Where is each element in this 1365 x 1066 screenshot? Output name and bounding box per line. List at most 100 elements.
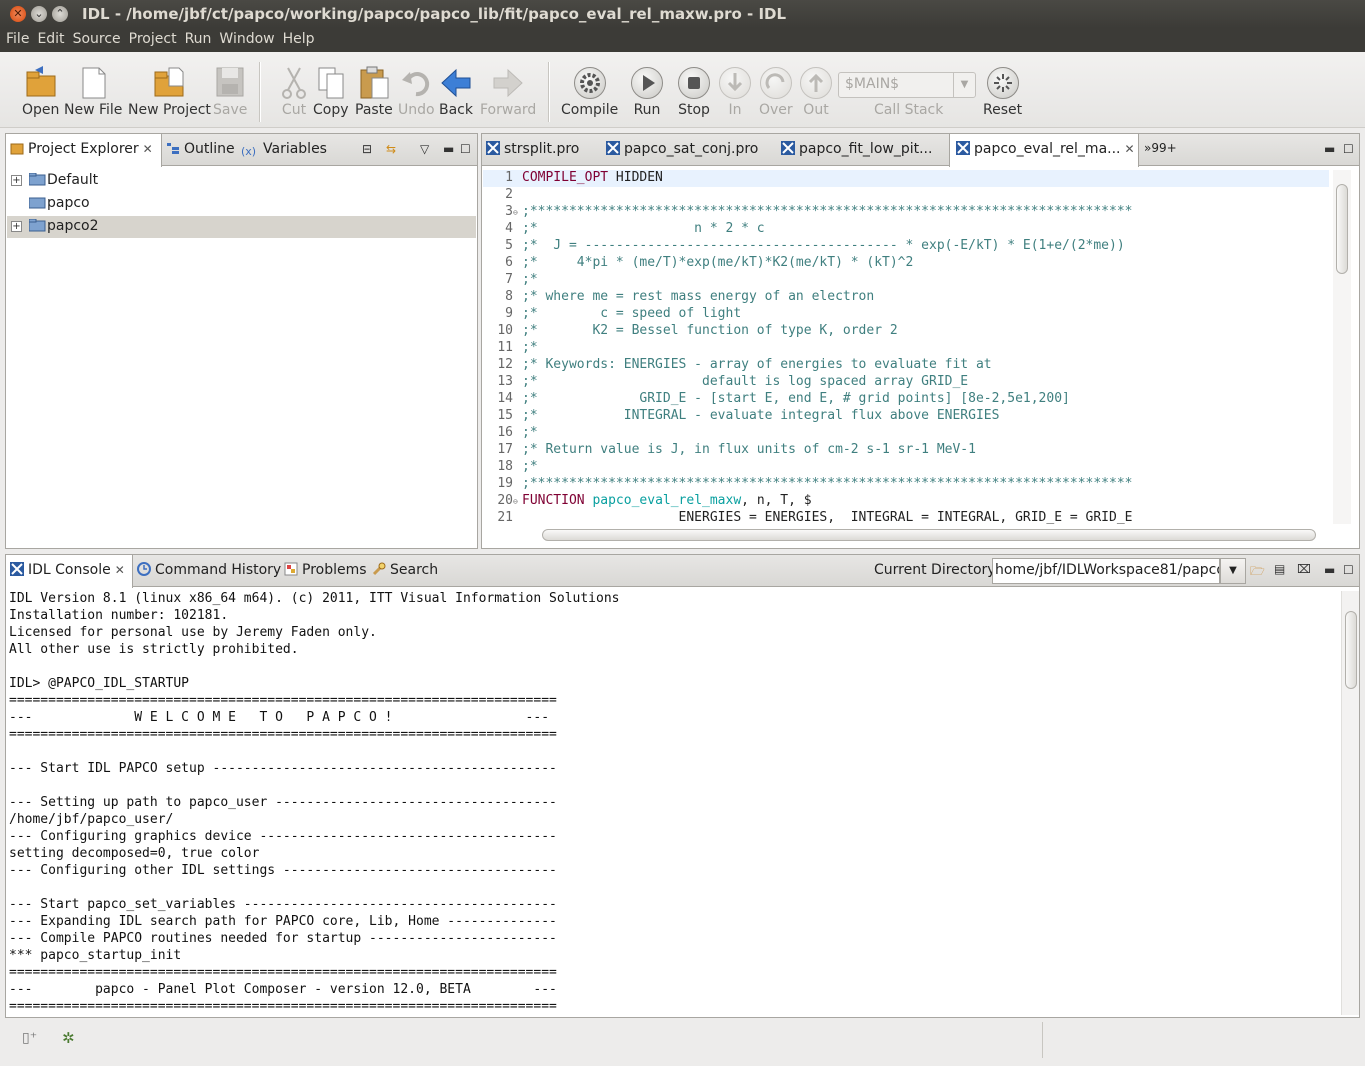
code-line[interactable]: 17 ;* Return value is J, in flux units of… <box>483 442 1329 459</box>
save-console-icon[interactable]: ▤ <box>1274 562 1285 576</box>
minimize-window-button[interactable]: ⌄ <box>31 6 47 22</box>
current-directory-field[interactable]: home/jbf/IDLWorkspace81/papco2 <box>992 558 1220 584</box>
editor-horizontal-scrollbar[interactable] <box>530 528 1329 544</box>
scrollbar-thumb[interactable] <box>542 529 1316 541</box>
close-window-button[interactable]: ✕ <box>10 6 26 22</box>
menu-window[interactable]: Window <box>219 28 281 52</box>
expand-icon[interactable]: + <box>11 175 22 186</box>
step-out-button[interactable]: Out <box>800 66 832 118</box>
code-line[interactable]: 1 COMPILE_OPT HIDDEN <box>483 170 1329 187</box>
undo-button[interactable]: Undo <box>398 66 435 118</box>
menu-project[interactable]: Project <box>129 28 184 52</box>
code-editor[interactable]: 1 COMPILE_OPT HIDDEN 2 3 ⊖ ;*****************… <box>483 170 1329 524</box>
reset-button[interactable]: Reset <box>983 66 1022 118</box>
code-line[interactable]: 16 ;* <box>483 425 1329 442</box>
step-in-button[interactable]: In <box>719 66 751 118</box>
fast-view-icon[interactable]: ▯⁺ <box>22 1030 37 1046</box>
editor-tab-papco-fit-low-pit[interactable]: papco_fit_low_pit... <box>781 134 932 166</box>
editor-vertical-scrollbar[interactable] <box>1333 170 1351 524</box>
line-number: 7 <box>505 272 513 287</box>
tree-item-papco2[interactable]: + papco2 <box>7 216 476 238</box>
menu-file[interactable]: File <box>6 28 36 52</box>
code-line[interactable]: 7 ;* <box>483 272 1329 289</box>
code-line[interactable]: 18 ;* <box>483 459 1329 476</box>
compile-button[interactable]: Compile <box>561 66 618 118</box>
menu-run[interactable]: Run <box>185 28 219 52</box>
menu-bar: File Edit Source Project Run Window Help <box>0 28 1365 52</box>
open-button[interactable]: Open <box>22 66 59 118</box>
console-vertical-scrollbar[interactable] <box>1341 591 1359 1015</box>
cut-button[interactable]: Cut <box>278 66 310 118</box>
tab-idl-console[interactable]: IDL Console ✕ <box>5 555 133 588</box>
code-line[interactable]: 12 ;* Keywords: ENERGIES - array of energ… <box>483 357 1329 374</box>
close-tab-icon[interactable]: ✕ <box>1125 142 1135 156</box>
tab-problems[interactable]: Problems <box>284 555 367 587</box>
code-line[interactable]: 6 ;* 4*pi * (me/T)*exp(me/kT)*K2(me/kT) *… <box>483 255 1329 272</box>
editor-tab-papco-eval-rel-maxw[interactable]: papco_eval_rel_ma... ✕ <box>949 134 1139 167</box>
line-number: 16 <box>497 425 513 440</box>
code-line[interactable]: 14 ;* GRID_E - [start E, end E, # grid po… <box>483 391 1329 408</box>
scrollbar-thumb[interactable] <box>1345 611 1357 689</box>
code-line[interactable]: 4 ;* n * 2 * c <box>483 221 1329 238</box>
code-line[interactable]: 10 ;* K2 = Bessel function of type K, ord… <box>483 323 1329 340</box>
code-line[interactable]: 5 ;* J = --------------------------------… <box>483 238 1329 255</box>
code-line[interactable]: 15 ;* INTEGRAL - evaluate integral flux a… <box>483 408 1329 425</box>
more-tabs-button[interactable]: »99+ <box>1144 134 1177 166</box>
chevron-down-icon[interactable]: ▼ <box>1220 558 1246 584</box>
code-line[interactable]: 3 ⊖ ;*************************************… <box>483 204 1329 221</box>
code-line[interactable]: 13 ;* default is log spaced array GRID_E <box>483 374 1329 391</box>
maximize-icon[interactable]: ☐ <box>460 142 471 156</box>
maximize-window-button[interactable]: ⌃ <box>52 6 68 22</box>
minimize-icon[interactable]: ▬ <box>1324 142 1335 156</box>
step-over-button[interactable]: Over <box>759 66 793 118</box>
new-file-button[interactable]: New File <box>64 66 122 118</box>
code-line[interactable]: 21 ENERGIES = ENERGIES, INTEGRAL = INTEG… <box>483 510 1329 524</box>
collapse-all-icon[interactable]: ⊟ <box>362 142 372 156</box>
menu-source[interactable]: Source <box>73 28 128 52</box>
copy-button[interactable]: Copy <box>313 66 349 118</box>
fold-icon[interactable]: ⊖ <box>513 497 518 506</box>
minimize-icon[interactable]: ▬ <box>1324 563 1335 577</box>
code-line[interactable]: 11 ;* <box>483 340 1329 357</box>
code-line[interactable]: 2 <box>483 187 1329 204</box>
view-menu-icon[interactable]: ▽ <box>420 142 429 156</box>
scrollbar-thumb[interactable] <box>1336 184 1348 274</box>
forward-button[interactable]: Forward <box>480 66 536 118</box>
editor-tab-strsplit[interactable]: strsplit.pro <box>486 134 579 166</box>
maximize-icon[interactable]: ☐ <box>1343 563 1354 577</box>
run-button[interactable]: Run <box>631 66 663 118</box>
back-button[interactable]: Back <box>439 66 473 118</box>
tab-command-history[interactable]: Command History <box>137 555 281 587</box>
close-tab-icon[interactable]: ✕ <box>143 142 153 156</box>
tree-item-default[interactable]: + Default <box>7 170 476 192</box>
code-text: ;***************************************… <box>522 476 1132 491</box>
open-folder-icon[interactable]: 🗁 <box>1250 562 1265 583</box>
fold-icon[interactable]: ⊖ <box>513 208 518 217</box>
menu-edit[interactable]: Edit <box>37 28 71 52</box>
maximize-icon[interactable]: ☐ <box>1343 142 1354 156</box>
minimize-icon[interactable]: ▬ <box>443 142 454 156</box>
link-with-editor-icon[interactable]: ⇆ <box>386 142 396 156</box>
new-project-button[interactable]: New Project <box>128 66 211 118</box>
code-line[interactable]: 8 ;* where me = rest mass energy of an el… <box>483 289 1329 306</box>
code-line[interactable]: 20 ⊖ FUNCTION papco_eval_rel_maxw, n, T, $ <box>483 493 1329 510</box>
tab-search[interactable]: Search <box>372 555 438 587</box>
debug-icon[interactable]: ✲ <box>62 1029 75 1047</box>
editor-tab-papco-sat-conj[interactable]: papco_sat_conj.pro <box>606 134 758 166</box>
stop-button[interactable]: Stop <box>678 66 710 118</box>
code-line[interactable]: 9 ;* c = speed of light <box>483 306 1329 323</box>
call-stack-select[interactable]: $MAIN$ ▼ <box>838 72 976 98</box>
tab-variables[interactable]: (x) Variables <box>241 134 327 166</box>
close-tab-icon[interactable]: ✕ <box>115 563 125 577</box>
paste-button[interactable]: Paste <box>355 66 393 118</box>
console-output[interactable]: IDL Version 8.1 (linux x86_64 m64). (c) … <box>7 591 1339 1015</box>
save-button[interactable]: Save <box>213 66 247 118</box>
console-line: --- Start papco_set_variables ----------… <box>9 897 557 912</box>
tab-outline[interactable]: Outline <box>166 134 235 166</box>
tree-item-papco[interactable]: papco <box>7 193 476 215</box>
menu-help[interactable]: Help <box>283 28 322 52</box>
expand-icon[interactable]: + <box>11 221 22 232</box>
tab-project-explorer[interactable]: Project Explorer ✕ <box>5 134 162 167</box>
clear-console-icon[interactable]: ⌧ <box>1297 562 1311 576</box>
code-line[interactable]: 19 ;*************************************… <box>483 476 1329 493</box>
